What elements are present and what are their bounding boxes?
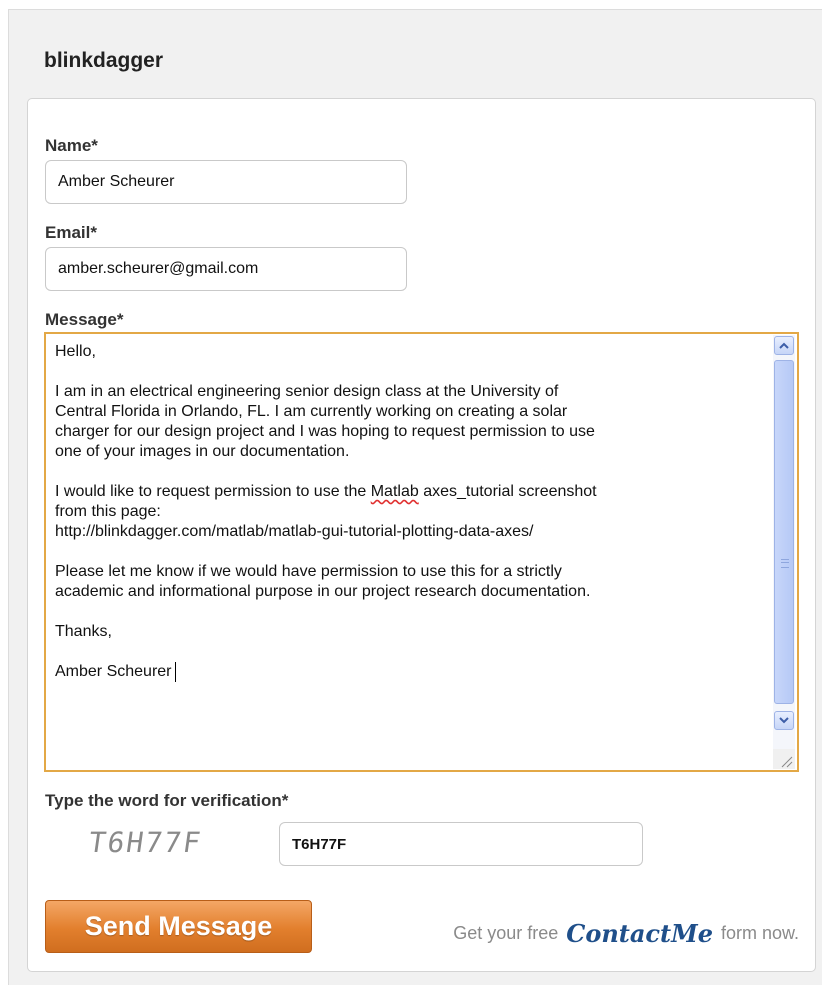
grip-icon — [781, 559, 789, 568]
message-label: Message* — [45, 310, 124, 329]
scroll-thumb[interactable] — [774, 360, 794, 704]
message-paragraph-1: I am in an electrical engineering senior… — [55, 383, 595, 460]
email-input[interactable]: amber.scheurer@gmail.com — [45, 247, 407, 291]
contactme-logo[interactable]: ContactMe — [566, 919, 713, 948]
email-label: Email* — [45, 223, 97, 242]
message-scrollbar[interactable] — [773, 335, 795, 753]
send-message-button[interactable]: Send Message — [45, 900, 312, 953]
resize-handle[interactable] — [773, 749, 795, 769]
message-content: Hello, I am in an electrical engineering… — [55, 342, 767, 682]
footer-suffix: form now. — [720, 923, 799, 943]
message-textarea[interactable]: Hello, I am in an electrical engineering… — [44, 332, 799, 772]
chevron-down-icon — [779, 717, 789, 724]
footer-promo: Get your free ContactMe form now. — [453, 919, 799, 948]
message-paragraph-2-start: I would like to request permission to us… — [55, 483, 371, 500]
scroll-up-button[interactable] — [774, 336, 794, 355]
name-label: Name* — [45, 136, 98, 155]
chevron-up-icon — [779, 342, 789, 349]
captcha-image: T6H77F — [86, 826, 205, 859]
message-signature: Amber Scheurer — [55, 663, 172, 680]
text-caret — [174, 662, 176, 682]
message-greeting: Hello, — [55, 343, 96, 360]
message-paragraph-3: Please let me know if we would have perm… — [55, 563, 591, 600]
name-input[interactable]: Amber Scheurer — [45, 160, 407, 204]
verification-label: Type the word for verification* — [45, 791, 289, 810]
footer-prefix: Get your free — [453, 923, 559, 943]
resize-grip-icon — [781, 756, 793, 768]
verification-input[interactable]: T6H77F — [279, 822, 643, 866]
site-title: blinkdagger — [44, 49, 164, 72]
scroll-down-button[interactable] — [774, 711, 794, 730]
spellcheck-word: Matlab — [370, 483, 419, 500]
message-closing: Thanks, — [55, 623, 112, 640]
